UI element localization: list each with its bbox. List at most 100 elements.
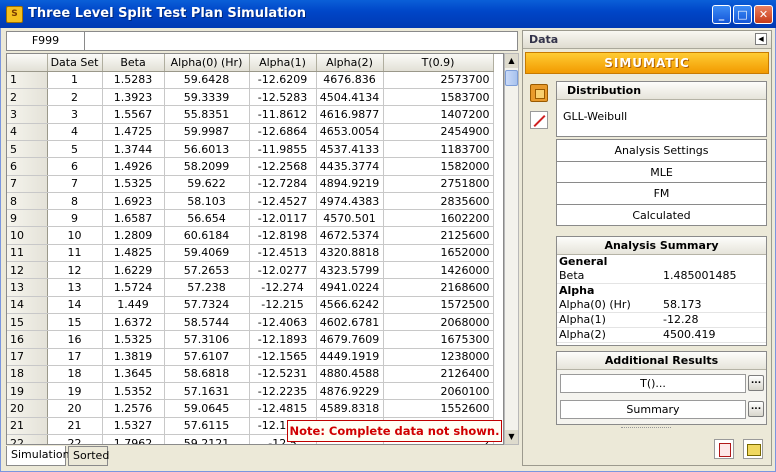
table-cell[interactable]: 2454900 xyxy=(383,123,494,141)
calculation-status[interactable]: Calculated xyxy=(557,205,766,227)
table-cell[interactable]: 57.7324 xyxy=(164,296,250,314)
table-cell[interactable]: -12.1893 xyxy=(249,330,317,349)
cell-value-input[interactable] xyxy=(87,32,515,50)
table-cell[interactable]: 1 xyxy=(47,71,103,90)
table-cell[interactable]: 56.654 xyxy=(164,209,250,228)
table-cell[interactable]: 5 xyxy=(47,140,103,159)
table-cell[interactable]: -12.2568 xyxy=(249,157,317,176)
table-cell[interactable]: -12.2235 xyxy=(249,382,317,401)
table-cell[interactable]: 4653.0054 xyxy=(316,123,384,141)
row-header[interactable]: 22 xyxy=(7,434,48,444)
table-cell[interactable]: -12.0117 xyxy=(249,209,317,228)
table-cell[interactable]: 1.3744 xyxy=(102,140,165,159)
table-cell[interactable]: 1652000 xyxy=(383,244,494,263)
minimize-icon[interactable]: _ xyxy=(712,5,731,24)
table-cell[interactable]: 6 xyxy=(47,157,103,176)
table-cell[interactable]: 2126400 xyxy=(383,365,494,384)
table-cell[interactable]: 1.5567 xyxy=(102,105,165,124)
table-cell[interactable]: 10 xyxy=(47,226,103,245)
table-cell[interactable]: 59.6428 xyxy=(164,71,250,90)
table-cell[interactable]: 8 xyxy=(47,192,103,211)
row-header[interactable]: 3 xyxy=(7,105,48,124)
table-cell[interactable]: 1.6587 xyxy=(102,209,165,228)
table-cell[interactable]: 1.2809 xyxy=(102,226,165,245)
table-cell[interactable]: 56.6013 xyxy=(164,140,250,159)
table-cell[interactable]: 9 xyxy=(47,209,103,228)
table-cell[interactable]: 1.5325 xyxy=(102,175,165,193)
table-cell[interactable]: 59.3339 xyxy=(164,88,250,107)
table-cell[interactable]: 59.2121 xyxy=(164,434,250,444)
table-cell[interactable]: 4435.3774 xyxy=(316,157,384,176)
table-cell[interactable]: 16 xyxy=(47,330,103,349)
table-cell[interactable]: 59.622 xyxy=(164,175,250,193)
table-cell[interactable]: -11.8612 xyxy=(249,105,317,124)
table-cell[interactable]: 1675300 xyxy=(383,330,494,349)
close-icon[interactable]: ✕ xyxy=(754,5,773,24)
table-cell[interactable]: 58.6818 xyxy=(164,365,250,384)
table-cell[interactable]: 2835600 xyxy=(383,192,494,211)
table-cell[interactable]: -12.6864 xyxy=(249,123,317,141)
t-results-more-button[interactable]: ... xyxy=(748,375,764,391)
table-cell[interactable]: 4537.4133 xyxy=(316,140,384,159)
row-header[interactable]: 15 xyxy=(7,313,48,332)
table-cell[interactable]: 4679.7609 xyxy=(316,330,384,349)
table-cell[interactable]: 57.238 xyxy=(164,278,250,297)
table-cell[interactable]: 4566.6242 xyxy=(316,296,384,314)
table-cell[interactable]: -12.4513 xyxy=(249,244,317,263)
table-cell[interactable]: 1.5325 xyxy=(102,330,165,349)
table-cell[interactable]: 1.5327 xyxy=(102,417,165,436)
table-cell[interactable]: 20 xyxy=(47,399,103,418)
column-header[interactable]: Alpha(2) xyxy=(316,54,384,72)
row-header[interactable]: 13 xyxy=(7,278,48,297)
table-cell[interactable]: 58.103 xyxy=(164,192,250,211)
table-cell[interactable]: 22 xyxy=(47,434,103,444)
corner-cell[interactable] xyxy=(7,54,48,72)
table-cell[interactable]: 1602200 xyxy=(383,209,494,228)
table-cell[interactable]: -12.0277 xyxy=(249,261,317,280)
table-cell[interactable]: 13 xyxy=(47,278,103,297)
table-cell[interactable]: 1.6372 xyxy=(102,313,165,332)
table-cell[interactable]: 4876.9229 xyxy=(316,382,384,401)
cell-reference[interactable]: F999 xyxy=(7,32,85,50)
column-header[interactable]: T(0.9) xyxy=(383,54,494,72)
panel-splitter[interactable] xyxy=(621,427,671,431)
row-header[interactable]: 6 xyxy=(7,157,48,176)
table-cell[interactable]: 21 xyxy=(47,417,103,436)
table-cell[interactable]: 1.5724 xyxy=(102,278,165,297)
row-header[interactable]: 11 xyxy=(7,244,48,263)
column-header[interactable]: Alpha(1) xyxy=(249,54,317,72)
plot-icon[interactable] xyxy=(530,111,548,129)
row-header[interactable]: 1 xyxy=(7,71,48,90)
table-cell[interactable]: 1.4825 xyxy=(102,244,165,263)
table-cell[interactable]: 1552600 xyxy=(383,399,494,418)
collapse-icon[interactable]: ◀ xyxy=(755,33,767,45)
row-header[interactable]: 9 xyxy=(7,209,48,228)
table-cell[interactable]: 14 xyxy=(47,296,103,314)
row-header[interactable]: 19 xyxy=(7,382,48,401)
scroll-thumb[interactable] xyxy=(505,70,518,86)
row-header[interactable]: 7 xyxy=(7,175,48,193)
tab-simulation[interactable]: Simulation xyxy=(6,446,70,466)
table-cell[interactable]: 1183700 xyxy=(383,140,494,159)
table-cell[interactable]: 11 xyxy=(47,244,103,263)
table-cell[interactable]: 2125600 xyxy=(383,226,494,245)
table-cell[interactable]: 4323.5799 xyxy=(316,261,384,280)
table-cell[interactable]: 4941.0224 xyxy=(316,278,384,297)
row-header[interactable]: 2 xyxy=(7,88,48,107)
table-cell[interactable]: 1583700 xyxy=(383,88,494,107)
distribution-cube-icon[interactable] xyxy=(530,84,548,102)
table-cell[interactable]: 4974.4383 xyxy=(316,192,384,211)
scroll-up-icon[interactable]: ▲ xyxy=(505,54,518,68)
row-header[interactable]: 18 xyxy=(7,365,48,384)
table-cell[interactable]: 12 xyxy=(47,261,103,280)
table-cell[interactable]: -12.6209 xyxy=(249,71,317,90)
vertical-scrollbar[interactable]: ▲ ▼ xyxy=(504,53,519,445)
table-cell[interactable]: 2060100 xyxy=(383,382,494,401)
table-cell[interactable]: -12.215 xyxy=(249,296,317,314)
table-cell[interactable]: -11.9855 xyxy=(249,140,317,159)
table-cell[interactable]: 57.1631 xyxy=(164,382,250,401)
table-cell[interactable]: 57.3106 xyxy=(164,330,250,349)
table-cell[interactable]: 60.6184 xyxy=(164,226,250,245)
row-header[interactable]: 4 xyxy=(7,123,48,141)
estimation-method[interactable]: MLE xyxy=(557,162,766,183)
